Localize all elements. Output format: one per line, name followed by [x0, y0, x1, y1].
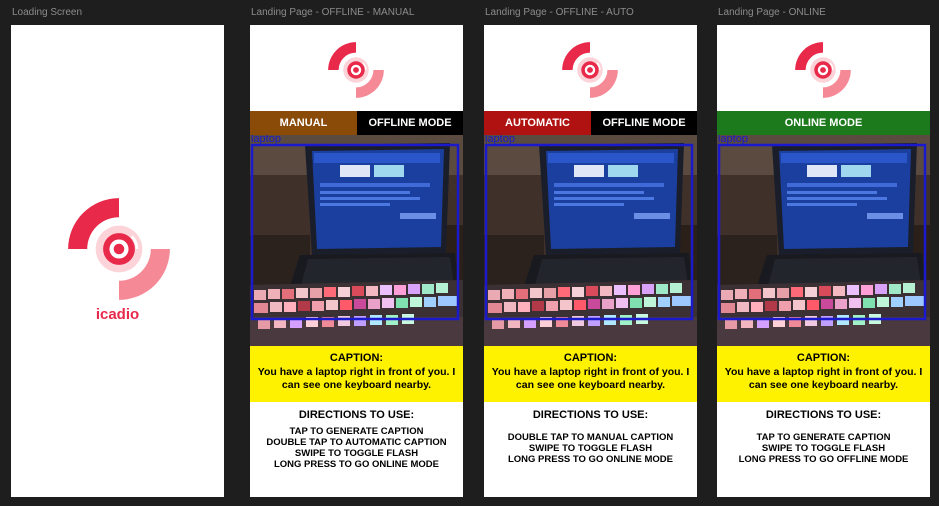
icadio-logo-icon: [561, 41, 619, 99]
directions-list: TAP TO GENERATE CAPTION DOUBLE TAP TO AU…: [250, 426, 463, 470]
frame-title-loading: Loading Screen: [12, 7, 83, 18]
camera-preview[interactable]: laptop: [717, 135, 930, 346]
directions-title: DIRECTIONS TO USE:: [298, 409, 415, 421]
detection-label: laptop: [485, 135, 515, 145]
caption-text: You have a laptop right in front of you.…: [724, 366, 923, 391]
online-mode-indicator[interactable]: ONLINE MODE: [717, 111, 930, 135]
frame-title-online: Landing Page - ONLINE: [718, 7, 826, 18]
caption-box: CAPTION: You have a laptop right in fron…: [250, 346, 463, 402]
camera-preview[interactable]: laptop: [250, 135, 463, 346]
direction-item: LONG PRESS TO GO ONLINE MODE: [507, 454, 674, 465]
offline-mode-indicator[interactable]: OFFLINE MODE: [357, 111, 463, 135]
frame-title-offline-manual: Landing Page - OFFLINE - MANUAL: [251, 7, 415, 18]
direction-item: SWIPE TO TOGGLE FLASH: [294, 448, 419, 459]
loading-screen-frame: icadio: [11, 25, 224, 497]
icadio-logo-icon: [794, 41, 852, 99]
directions-title: DIRECTIONS TO USE:: [765, 409, 882, 421]
direction-item: LONG PRESS TO GO OFFLINE MODE: [738, 454, 909, 465]
caption-text: You have a laptop right in front of you.…: [491, 366, 690, 391]
directions-list: TAP TO GENERATE CAPTION SWIPE TO TOGGLE …: [717, 432, 930, 465]
detection-label: laptop: [718, 135, 748, 145]
caption-title: CAPTION:: [329, 352, 384, 364]
camera-photo: [484, 135, 697, 346]
manual-mode-toggle[interactable]: MANUAL: [250, 111, 357, 135]
automatic-mode-toggle[interactable]: AUTOMATIC: [484, 111, 591, 135]
caption-box: CAPTION: You have a laptop right in fron…: [484, 346, 697, 402]
caption-title: CAPTION:: [796, 352, 851, 364]
icadio-logo-icon: [327, 41, 385, 99]
frame-title-offline-auto: Landing Page - OFFLINE - AUTO: [485, 7, 634, 18]
mode-bar: MANUAL OFFLINE MODE: [250, 111, 463, 135]
direction-item: TAP TO GENERATE CAPTION: [289, 426, 424, 437]
directions-list: DOUBLE TAP TO MANUAL CAPTION SWIPE TO TO…: [484, 432, 697, 465]
landing-online-frame: ONLINE MODE laptop CAPTION: You have a l…: [717, 25, 930, 497]
camera-photo: [250, 135, 463, 346]
landing-offline-manual-frame: MANUAL OFFLINE MODE laptop CAPTION: You …: [250, 25, 463, 497]
direction-item: SWIPE TO TOGGLE FLASH: [761, 443, 886, 454]
mode-bar: AUTOMATIC OFFLINE MODE: [484, 111, 697, 135]
mode-bar: ONLINE MODE: [717, 111, 930, 135]
camera-preview[interactable]: laptop: [484, 135, 697, 346]
direction-item: SWIPE TO TOGGLE FLASH: [528, 443, 653, 454]
direction-item: DOUBLE TAP TO MANUAL CAPTION: [507, 432, 674, 443]
icadio-logo-icon: [66, 196, 172, 302]
caption-box: CAPTION: You have a laptop right in fron…: [717, 346, 930, 402]
caption-text: You have a laptop right in front of you.…: [257, 366, 456, 391]
direction-item: LONG PRESS TO GO ONLINE MODE: [273, 459, 440, 470]
detection-label: laptop: [251, 135, 281, 145]
brand-name: icadio: [95, 306, 140, 323]
direction-item: TAP TO GENERATE CAPTION: [756, 432, 891, 443]
camera-photo: [717, 135, 930, 346]
directions-title: DIRECTIONS TO USE:: [532, 409, 649, 421]
caption-title: CAPTION:: [563, 352, 618, 364]
landing-offline-auto-frame: AUTOMATIC OFFLINE MODE laptop CAPTION: Y…: [484, 25, 697, 497]
direction-item: DOUBLE TAP TO AUTOMATIC CAPTION: [266, 437, 447, 448]
offline-mode-indicator[interactable]: OFFLINE MODE: [591, 111, 697, 135]
